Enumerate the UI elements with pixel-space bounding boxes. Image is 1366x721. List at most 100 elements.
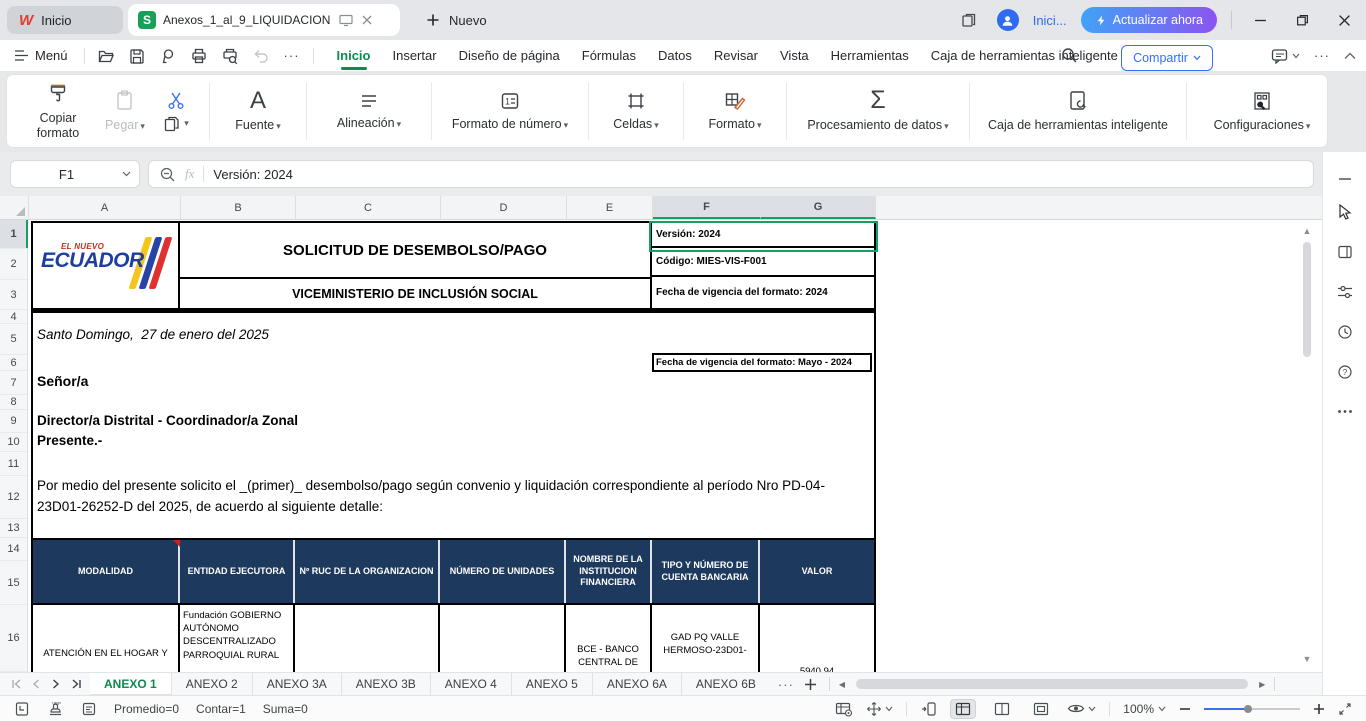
last-sheet-icon[interactable]: [68, 676, 84, 692]
column-header-d[interactable]: D: [441, 196, 567, 219]
open-folder-icon[interactable]: [95, 45, 117, 67]
cells-menu[interactable]: Celdas▾: [599, 79, 673, 143]
history-clock-icon[interactable]: [1334, 321, 1356, 343]
collapse-ribbon-icon[interactable]: [1344, 52, 1356, 60]
row-header-8[interactable]: 8: [0, 395, 27, 410]
row-header-6[interactable]: 6: [0, 355, 27, 371]
account-avatar[interactable]: [997, 9, 1019, 31]
move-tool-icon[interactable]: [866, 701, 893, 717]
page-break-view-button[interactable]: [1028, 699, 1054, 719]
row-header-7[interactable]: 7: [0, 371, 27, 395]
more-sidebar-icon[interactable]: [1334, 400, 1356, 422]
menu-item-revisar[interactable]: Revisar: [703, 42, 769, 69]
new-tab-button[interactable]: Nuevo: [418, 6, 495, 34]
tune-sliders-icon[interactable]: [1334, 281, 1356, 303]
settings-menu[interactable]: Configuraciones▾: [1197, 79, 1327, 143]
cut-icon[interactable]: [166, 90, 186, 110]
cell-entidad[interactable]: Fundación GOBIERNO AUTÓNOMO DESCENTRALIZ…: [180, 605, 295, 672]
fullscreen-icon[interactable]: [1338, 702, 1352, 716]
sheet-tab-anexo-3a[interactable]: ANEXO 3A: [252, 673, 341, 695]
row-header-12[interactable]: 12: [0, 476, 27, 519]
more-sheets-icon[interactable]: ···: [778, 677, 794, 692]
document-tab[interactable]: S Anexos_1_al_9_LIQUIDACIONE: [128, 4, 400, 36]
device-preview-icon[interactable]: [920, 701, 937, 717]
menu-item-insertar[interactable]: Insertar: [381, 42, 447, 69]
sheet-tab-anexo-4[interactable]: ANEXO 4: [430, 673, 511, 695]
panel-tools-icon[interactable]: [1334, 241, 1356, 263]
next-sheet-icon[interactable]: [48, 676, 64, 692]
hscroll-right-icon[interactable]: ▶: [1254, 680, 1270, 689]
row-header-4[interactable]: 4: [0, 310, 27, 324]
outline-icon[interactable]: [81, 701, 97, 717]
formula-input[interactable]: fx Versión: 2024: [148, 160, 1314, 188]
sheet-tab-anexo-3b[interactable]: ANEXO 3B: [341, 673, 430, 695]
data-processing-menu[interactable]: Σ Procesamiento de datos▾: [797, 79, 959, 143]
table-data-row[interactable]: ATENCIÓN EN EL HOGAR Y Fundación GOBIERN…: [33, 605, 874, 672]
alignment-menu[interactable]: Alineación▾: [317, 79, 421, 143]
monitor-icon[interactable]: [338, 12, 354, 28]
more-menu-icon[interactable]: ···: [1314, 48, 1330, 63]
row-header-14[interactable]: 14: [0, 538, 27, 561]
reading-mode-icon[interactable]: [1067, 702, 1096, 715]
search-icon[interactable]: [1060, 46, 1078, 64]
print-icon[interactable]: [188, 45, 210, 67]
sheet-tab-anexo-1[interactable]: ANEXO 1: [90, 673, 171, 695]
scroll-up-icon[interactable]: ▲: [1300, 224, 1314, 238]
help-icon[interactable]: ?: [1334, 361, 1356, 383]
menu-item-caja-de-herramientas-inteligente[interactable]: Caja de herramientas inteligente: [920, 42, 1129, 69]
row-header-10[interactable]: 10: [0, 433, 27, 452]
zoom-slider-knob[interactable]: [1244, 705, 1252, 713]
vertical-scrollbar-thumb[interactable]: [1303, 242, 1311, 357]
menu-item-herramientas[interactable]: Herramientas: [820, 42, 920, 69]
menu-item-dise-o-de-p-gina[interactable]: Diseño de página: [448, 42, 571, 69]
account-label[interactable]: Inici...: [1033, 13, 1067, 28]
zoom-in-icon[interactable]: [1313, 703, 1325, 715]
zoom-level[interactable]: 100%: [1123, 702, 1166, 716]
menu-item-f-rmulas[interactable]: Fórmulas: [571, 42, 647, 69]
cell-cuenta[interactable]: GAD PQ VALLE HERMOSO-23D01-: [652, 605, 760, 672]
scroll-down-icon[interactable]: ▼: [1300, 652, 1314, 666]
sheet-canvas[interactable]: EL NUEVO ECUADOR SOLICITUD DE DESEMBOLSO…: [28, 220, 1295, 672]
select-all-corner[interactable]: [0, 196, 29, 219]
format-menu[interactable]: Formato▾: [694, 79, 776, 143]
windows-stack-icon[interactable]: [955, 6, 983, 34]
validity-cell[interactable]: Fecha de vigencia del formato: 2024: [652, 277, 852, 308]
row-header-11[interactable]: 11: [0, 452, 27, 476]
export-icon[interactable]: [157, 45, 179, 67]
prev-sheet-icon[interactable]: [28, 676, 44, 692]
close-window-icon[interactable]: [1330, 6, 1358, 34]
cursor-select-icon[interactable]: [1334, 201, 1356, 223]
number-format-menu[interactable]: 1 Formato de número▾: [442, 79, 578, 143]
add-sheet-icon[interactable]: [804, 678, 817, 691]
menu-item-vista[interactable]: Vista: [769, 42, 820, 69]
version-cell[interactable]: Versión: 2024: [652, 223, 874, 248]
close-tab-icon[interactable]: [361, 14, 373, 26]
sheet-tab-anexo-6a[interactable]: ANEXO 6A: [592, 673, 681, 695]
row-header-2[interactable]: 2: [0, 249, 27, 280]
sheet-tab-anexo-5[interactable]: ANEXO 5: [511, 673, 592, 695]
row-header-9[interactable]: 9: [0, 410, 27, 433]
column-header-a[interactable]: A: [29, 196, 181, 219]
copy-format-button[interactable]: Copiar formato: [19, 79, 97, 143]
column-header-g[interactable]: G: [761, 196, 876, 219]
column-header-e[interactable]: E: [567, 196, 653, 219]
update-now-button[interactable]: Actualizar ahora: [1081, 7, 1217, 33]
column-header-c[interactable]: C: [296, 196, 441, 219]
cell-ruc[interactable]: [295, 605, 440, 672]
page-layout-view-button[interactable]: [989, 699, 1015, 719]
print-preview-icon[interactable]: [219, 45, 241, 67]
column-header-b[interactable]: B: [181, 196, 296, 219]
cell-mode-icon[interactable]: [14, 701, 30, 717]
horizontal-scrollbar-thumb[interactable]: [856, 679, 1248, 689]
collapse-panel-icon[interactable]: [1334, 168, 1356, 190]
horizontal-scrollbar[interactable]: [854, 679, 1254, 689]
menu-item-datos[interactable]: Datos: [647, 42, 703, 69]
zoom-slider[interactable]: [1204, 703, 1300, 715]
home-tab[interactable]: W Inicio: [7, 6, 123, 34]
cell-unidades[interactable]: [440, 605, 566, 672]
normal-view-button[interactable]: [950, 699, 976, 719]
hscroll-left-icon[interactable]: ◀: [834, 680, 850, 689]
font-menu[interactable]: A Fuente▾: [220, 79, 296, 143]
row-header-5[interactable]: 5: [0, 324, 27, 355]
row-header-16[interactable]: 16: [0, 605, 27, 672]
